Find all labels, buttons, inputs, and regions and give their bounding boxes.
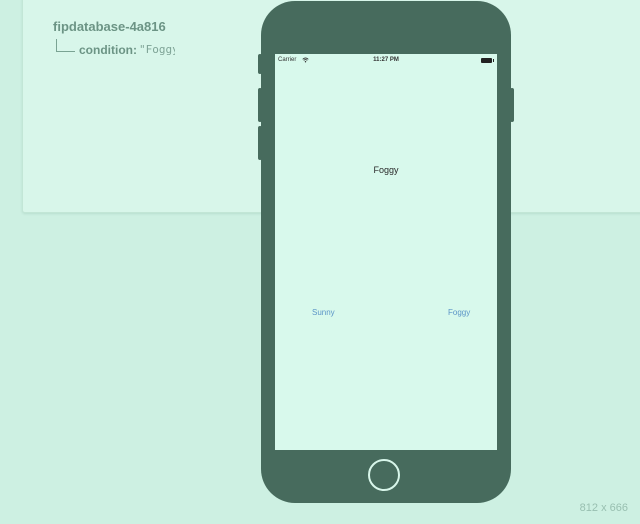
window-dimensions: 812 x 666 [579, 502, 628, 514]
battery-tip [493, 59, 494, 62]
status-bar: Carrier 11:27 PM [275, 54, 497, 66]
tree-connector [56, 39, 75, 52]
status-time: 11:27 PM [373, 57, 399, 63]
phone-screen: Carrier 11:27 PM Foggy Sunny Foggy [275, 54, 497, 450]
database-root-node[interactable]: fipdatabase-4a816 [53, 19, 166, 34]
foggy-button[interactable]: Foggy [448, 308, 470, 317]
sunny-button[interactable]: Sunny [312, 308, 335, 317]
condition-value[interactable]: "Foggy" [139, 43, 175, 56]
battery-icon [481, 58, 492, 63]
condition-key: condition: [79, 43, 137, 57]
home-button[interactable] [368, 459, 400, 491]
condition-label: Foggy [373, 165, 399, 175]
